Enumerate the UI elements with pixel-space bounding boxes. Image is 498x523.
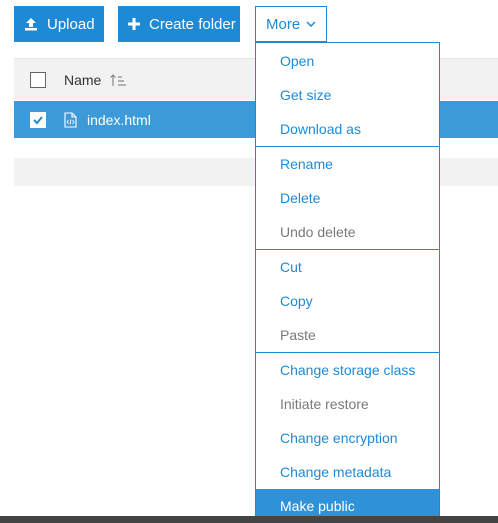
check-icon (33, 115, 43, 124)
menu-item-download-as[interactable]: Download as (256, 112, 439, 146)
menu-item-undo-delete: Undo delete (280, 224, 356, 240)
plus-icon (128, 18, 140, 30)
menu-item-change-storage-class[interactable]: Change storage class (256, 353, 439, 387)
more-label: More (266, 15, 301, 33)
select-all-checkbox[interactable] (30, 71, 46, 88)
menu-item-rename[interactable]: Rename (256, 147, 439, 181)
menu-item-change-metadata[interactable]: Change metadata (256, 455, 439, 489)
menu-item-paste: Paste (280, 327, 316, 343)
upload-icon (24, 17, 38, 31)
html-file-icon (64, 111, 77, 128)
more-button[interactable]: More (255, 6, 327, 42)
upload-label: Upload (47, 15, 95, 33)
chevron-down-icon (306, 21, 316, 27)
row-checkbox[interactable] (30, 111, 46, 128)
menu-item-change-encryption[interactable]: Change encryption (256, 421, 439, 455)
sort-ascending-icon[interactable] (109, 73, 127, 87)
upload-button[interactable]: Upload (14, 6, 104, 42)
menu-item-make-public[interactable]: Make public (256, 489, 439, 517)
menu-item-cut[interactable]: Cut (256, 250, 439, 284)
menu-item-initiate-restore: Initiate restore (280, 396, 369, 412)
menu-item-copy[interactable]: Copy (256, 284, 439, 318)
create-folder-label: Create folder (149, 15, 236, 33)
menu-item-delete[interactable]: Delete (256, 181, 439, 215)
menu-item-get-size[interactable]: Get size (256, 78, 439, 112)
file-name[interactable]: index.html (87, 112, 151, 128)
bottom-scrollbar[interactable] (0, 516, 498, 523)
column-header-name[interactable]: Name (64, 72, 101, 88)
create-folder-button[interactable]: Create folder (118, 6, 240, 42)
menu-item-open[interactable]: Open (256, 44, 439, 78)
more-dropdown-menu: Open Get size Download as Rename Delete … (255, 42, 440, 518)
